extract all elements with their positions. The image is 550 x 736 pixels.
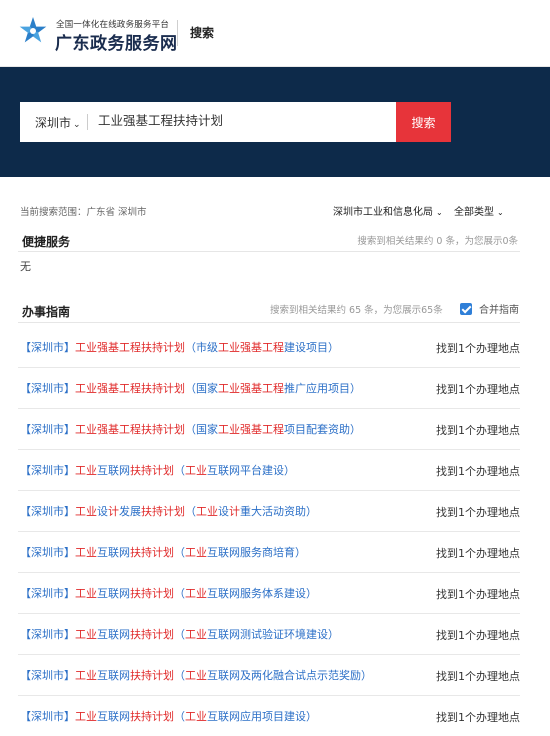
guide-item-title[interactable]: 【深圳市】工业强基工程扶持计划（国家工业强基工程项目配套资助）	[20, 421, 361, 437]
guide-list-item[interactable]: 【深圳市】工业强基工程扶持计划（市级工业强基工程建设项目） 找到1个办理地点	[18, 326, 520, 368]
guide-section-title: 办事指南	[22, 305, 71, 319]
department-filter-label: 深圳市工业和信息化局	[333, 207, 433, 218]
guide-list-item[interactable]: 【深圳市】工业强基工程扶持计划（国家工业强基工程项目配套资助） 找到1个办理地点	[18, 408, 520, 450]
guide-item-title-text: 【深圳市】工业强基工程扶持计划（国家工业强基工程推广应用项目）	[20, 382, 361, 395]
guide-item-location[interactable]: 找到1个办理地点	[436, 340, 520, 356]
guide-item-title-text: 【深圳市】工业互联网扶持计划（工业互联网服务体系建设）	[20, 587, 317, 600]
guide-item-title[interactable]: 【深圳市】工业设计发展扶持计划（工业设计重大活动资助）	[20, 503, 317, 519]
search-bar: 深圳市 ⌄	[20, 102, 396, 142]
search-scope-text: 当前搜索范围：广东省 深圳市	[20, 207, 147, 218]
type-filter-label: 全部类型	[454, 207, 494, 218]
convenience-result-count: 搜索到相关结果约 0 条，为您展示0条	[357, 236, 518, 247]
guide-item-title[interactable]: 【深圳市】工业强基工程扶持计划（市级工业强基工程建设项目）	[20, 339, 339, 355]
guide-item-title-text: 【深圳市】工业互联网扶持计划（工业互联网及两化融合试点示范奖励）	[20, 669, 372, 682]
guide-list-item[interactable]: 【深圳市】工业互联网扶持计划（工业互联网测试验证环境建设） 找到1个办理地点	[18, 613, 520, 655]
merge-guide-toggle[interactable]: 合并指南	[460, 301, 519, 316]
guide-item-location[interactable]: 找到1个办理地点	[436, 627, 520, 643]
guide-item-location[interactable]: 找到1个办理地点	[436, 545, 520, 561]
checkbox-checked-icon[interactable]	[460, 302, 472, 315]
guide-list-item[interactable]: 【深圳市】工业互联网扶持计划（工业互联网服务体系建设） 找到1个办理地点	[18, 572, 520, 614]
guide-item-title-text: 【深圳市】工业互联网扶持计划（工业互联网应用项目建设）	[20, 710, 317, 723]
guide-list-item[interactable]: 【深圳市】工业强基工程扶持计划（国家工业强基工程推广应用项目） 找到1个办理地点	[18, 367, 520, 409]
chevron-down-icon: ⌄	[497, 208, 504, 217]
region-select[interactable]: 深圳市 ⌄	[35, 114, 81, 131]
search-divider	[87, 114, 88, 130]
site-header: 全国一体化在线政务服务平台 广东政务服务网 搜索	[0, 0, 550, 67]
guide-item-title-text: 【深圳市】工业互联网扶持计划（工业互联网服务商培育）	[20, 546, 306, 559]
type-filter[interactable]: 全部类型 ⌄	[454, 203, 504, 218]
header-section-label: 搜索	[190, 26, 215, 40]
guide-list-item[interactable]: 【深圳市】工业互联网扶持计划（工业互联网服务商培育） 找到1个办理地点	[18, 531, 520, 573]
search-button[interactable]: 搜索	[396, 102, 451, 142]
convenience-section-title: 便捷服务	[22, 235, 71, 249]
chevron-down-icon: ⌄	[73, 120, 81, 130]
guide-item-location[interactable]: 找到1个办理地点	[436, 422, 520, 438]
section-divider	[18, 251, 520, 252]
guide-list-item[interactable]: 【深圳市】工业设计发展扶持计划（工业设计重大活动资助） 找到1个办理地点	[18, 490, 520, 532]
site-logo-icon[interactable]	[18, 16, 48, 46]
guide-item-title-text: 【深圳市】工业设计发展扶持计划（工业设计重大活动资助）	[20, 505, 317, 518]
guide-item-location[interactable]: 找到1个办理地点	[436, 381, 520, 397]
guide-item-title[interactable]: 【深圳市】工业互联网扶持计划（工业互联网测试验证环境建设）	[20, 626, 339, 642]
guide-item-location[interactable]: 找到1个办理地点	[436, 463, 520, 479]
guide-item-title-text: 【深圳市】工业强基工程扶持计划（国家工业强基工程项目配套资助）	[20, 423, 361, 436]
guide-item-location[interactable]: 找到1个办理地点	[436, 586, 520, 602]
guide-item-location[interactable]: 找到1个办理地点	[436, 504, 520, 520]
guide-item-title[interactable]: 【深圳市】工业互联网扶持计划（工业互联网应用项目建设）	[20, 708, 317, 724]
search-input[interactable]	[98, 112, 378, 127]
guide-item-title[interactable]: 【深圳市】工业强基工程扶持计划（国家工业强基工程推广应用项目）	[20, 380, 361, 396]
guide-list-item[interactable]: 【深圳市】工业互联网扶持计划（工业互联网平台建设） 找到1个办理地点	[18, 449, 520, 491]
department-filter[interactable]: 深圳市工业和信息化局 ⌄	[333, 203, 443, 218]
guide-item-location[interactable]: 找到1个办理地点	[436, 668, 520, 684]
header-divider	[177, 20, 178, 46]
guide-item-title-text: 【深圳市】工业强基工程扶持计划（市级工业强基工程建设项目）	[20, 341, 339, 354]
guide-result-count: 搜索到相关结果约 65 条，为您展示65条	[270, 305, 443, 316]
guide-item-title[interactable]: 【深圳市】工业互联网扶持计划（工业互联网及两化融合试点示范奖励）	[20, 667, 372, 683]
convenience-empty-text: 无	[20, 260, 31, 273]
guide-item-title-text: 【深圳市】工业互联网扶持计划（工业互联网测试验证环境建设）	[20, 628, 339, 641]
guide-list-item[interactable]: 【深圳市】工业互联网扶持计划（工业互联网及两化融合试点示范奖励） 找到1个办理地…	[18, 654, 520, 696]
chevron-down-icon: ⌄	[436, 208, 443, 217]
guide-item-title[interactable]: 【深圳市】工业互联网扶持计划（工业互联网服务商培育）	[20, 544, 306, 560]
guide-item-title[interactable]: 【深圳市】工业互联网扶持计划（工业互联网平台建设）	[20, 462, 295, 478]
logo-title[interactable]: 广东政务服务网	[55, 29, 178, 54]
merge-guide-label: 合并指南	[479, 305, 519, 316]
search-hero: 深圳市⌄ 搜索	[0, 67, 550, 177]
guide-item-title[interactable]: 【深圳市】工业互联网扶持计划（工业互联网服务体系建设）	[20, 585, 317, 601]
region-label: 深圳市	[35, 116, 72, 130]
guide-item-location[interactable]: 找到1个办理地点	[436, 709, 520, 725]
section-divider	[18, 322, 520, 323]
guide-item-title-text: 【深圳市】工业互联网扶持计划（工业互联网平台建设）	[20, 464, 295, 477]
